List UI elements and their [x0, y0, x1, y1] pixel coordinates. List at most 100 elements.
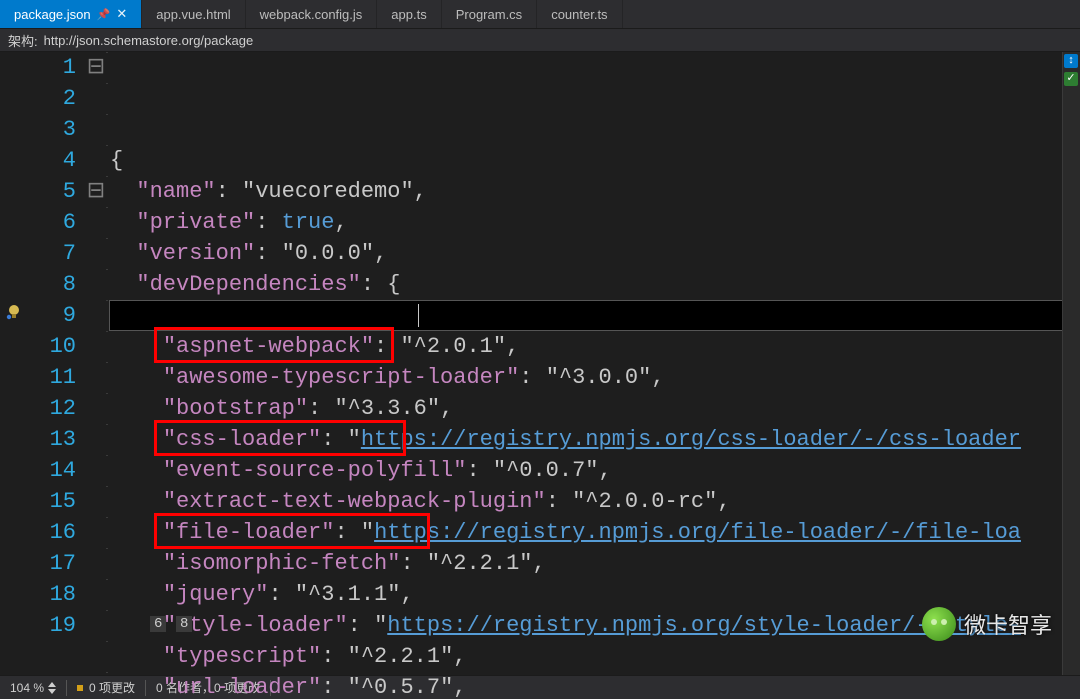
- code-token: ,: [599, 458, 612, 483]
- code-editor[interactable]: 12345678910111213141516171819 ⊟ ⊟ { "name…: [0, 52, 1080, 675]
- tab-program-cs[interactable]: Program.cs: [442, 0, 537, 28]
- margin-marks: [0, 52, 32, 675]
- json-key: "devDependencies": [136, 272, 360, 297]
- json-key: "file-loader": [163, 520, 335, 545]
- ok-icon[interactable]: ✓: [1064, 72, 1078, 86]
- code-line[interactable]: "awesome-typescript-loader": "^3.0.0",: [110, 362, 1080, 393]
- code-line[interactable]: "file-loader": "https://registry.npmjs.o…: [110, 517, 1080, 548]
- line-number: 11: [32, 362, 76, 393]
- line-number: 6: [32, 207, 76, 238]
- line-number: 12: [32, 393, 76, 424]
- code-line[interactable]: "aspnet-webpack": "^2.0.1",: [110, 331, 1080, 362]
- line-number: 19: [32, 610, 76, 641]
- change-marker-icon: [77, 685, 83, 691]
- code-token: ,: [334, 210, 347, 235]
- zoom-stepper-icon[interactable]: [48, 682, 56, 694]
- code-token: :: [374, 334, 400, 359]
- watermark: 微卡智享: [922, 607, 1052, 641]
- code-token: :: [466, 458, 492, 483]
- code-token: :: [255, 210, 281, 235]
- schema-url[interactable]: http://json.schemastore.org/package: [44, 33, 254, 48]
- current-line-highlight: [109, 300, 1070, 331]
- fold-toggle-icon: [86, 83, 106, 114]
- code-line[interactable]: "devDependencies": {: [110, 269, 1080, 300]
- json-key: "version": [136, 241, 255, 266]
- overview-ruler[interactable]: ↕ ✓: [1062, 52, 1080, 675]
- code-line[interactable]: "typescript": "^2.2.1",: [110, 641, 1080, 672]
- code-token: "^3.1.1": [295, 582, 401, 607]
- json-key: "aspnet-webpack": [163, 334, 374, 359]
- code-line[interactable]: "event-source-polyfill": "^0.0.7",: [110, 455, 1080, 486]
- json-key: "typescript": [163, 644, 321, 669]
- code-token: :: [400, 551, 426, 576]
- fold-toggle-icon: [86, 207, 106, 238]
- fold-toggle-icon: [86, 610, 106, 641]
- line-number: 10: [32, 331, 76, 362]
- code-token: ": [374, 613, 387, 638]
- lightbulb-icon[interactable]: [6, 304, 22, 320]
- code-token: [110, 520, 163, 545]
- tab-bar: package.json 📌 ✕ app.vue.html webpack.co…: [0, 0, 1080, 28]
- json-key: "isomorphic-fetch": [163, 551, 401, 576]
- tab-webpack-config[interactable]: webpack.config.js: [246, 0, 378, 28]
- code-line[interactable]: "bootstrap": "^3.3.6",: [110, 393, 1080, 424]
- line-number-gutter: 12345678910111213141516171819: [32, 52, 86, 675]
- fold-toggle-icon: [86, 362, 106, 393]
- code-line[interactable]: "private": true,: [110, 207, 1080, 238]
- code-line[interactable]: "extract-text-webpack-plugin": "^2.0.0-r…: [110, 486, 1080, 517]
- editor-area: 12345678910111213141516171819 ⊟ ⊟ { "name…: [0, 52, 1080, 675]
- tab-label: app.vue.html: [156, 7, 230, 22]
- fold-toggle-icon: [86, 145, 106, 176]
- json-key: "url-loader": [163, 675, 321, 699]
- url-link[interactable]: https://registry.npmjs.org/file-loader/-…: [374, 520, 1021, 545]
- fold-toggle-icon: [86, 300, 106, 331]
- code-token: :: [546, 489, 572, 514]
- code-token: [110, 365, 163, 390]
- json-key: "awesome-typescript-loader": [163, 365, 519, 390]
- code-token: "^2.2.1": [348, 644, 454, 669]
- zoom-value: 104 %: [10, 681, 44, 695]
- tab-app-vue-html[interactable]: app.vue.html: [142, 0, 245, 28]
- tab-package-json[interactable]: package.json 📌 ✕: [0, 0, 142, 28]
- close-icon[interactable]: ✕: [116, 6, 127, 22]
- indent-guide: [106, 52, 108, 675]
- code-content[interactable]: { "name": "vuecoredemo", "private": true…: [110, 52, 1080, 675]
- code-token: ,: [400, 582, 413, 607]
- split-icon[interactable]: ↕: [1064, 54, 1078, 68]
- code-token: ,: [453, 675, 466, 699]
- json-key: "extract-text-webpack-plugin": [163, 489, 546, 514]
- fold-toggle-icon: [86, 486, 106, 517]
- fold-toggle-icon: [86, 455, 106, 486]
- code-line[interactable]: "jquery": "^3.1.1",: [110, 579, 1080, 610]
- watermark-logo-icon: [922, 607, 956, 641]
- schema-bar: 架构: http://json.schemastore.org/package: [0, 28, 1080, 52]
- fold-toggle-icon: [86, 238, 106, 269]
- fold-toggle-icon[interactable]: ⊟: [86, 52, 106, 83]
- code-token: : {: [361, 272, 401, 297]
- code-token: "^3.3.6": [334, 396, 440, 421]
- code-token: ,: [506, 334, 519, 359]
- code-line[interactable]: "isomorphic-fetch": "^2.2.1",: [110, 548, 1080, 579]
- code-line[interactable]: "css-loader": "https://registry.npmjs.or…: [110, 424, 1080, 455]
- code-token: :: [321, 427, 347, 452]
- pin-icon[interactable]: 📌: [97, 8, 111, 21]
- fold-toggle-icon: [86, 517, 106, 548]
- code-line[interactable]: "version": "0.0.0",: [110, 238, 1080, 269]
- code-token: [110, 241, 136, 266]
- url-link[interactable]: https://registry.npmjs.org/css-loader/-/…: [361, 427, 1021, 452]
- tab-label: package.json: [14, 7, 91, 22]
- fold-toggle-icon: [86, 548, 106, 579]
- fold-toggle-icon[interactable]: ⊟: [86, 176, 106, 207]
- code-line[interactable]: {: [110, 145, 1080, 176]
- zoom-level[interactable]: 104 %: [0, 681, 66, 695]
- code-line[interactable]: "url-loader": "^0.5.7",: [110, 672, 1080, 699]
- tab-counter-ts[interactable]: counter.ts: [537, 0, 622, 28]
- tab-label: app.ts: [391, 7, 426, 22]
- line-number: 4: [32, 145, 76, 176]
- code-token: [110, 551, 163, 576]
- tab-app-ts[interactable]: app.ts: [377, 0, 441, 28]
- code-token: "0.0.0": [282, 241, 374, 266]
- code-line[interactable]: "name": "vuecoredemo",: [110, 176, 1080, 207]
- code-token: ,: [532, 551, 545, 576]
- code-token: :: [255, 241, 281, 266]
